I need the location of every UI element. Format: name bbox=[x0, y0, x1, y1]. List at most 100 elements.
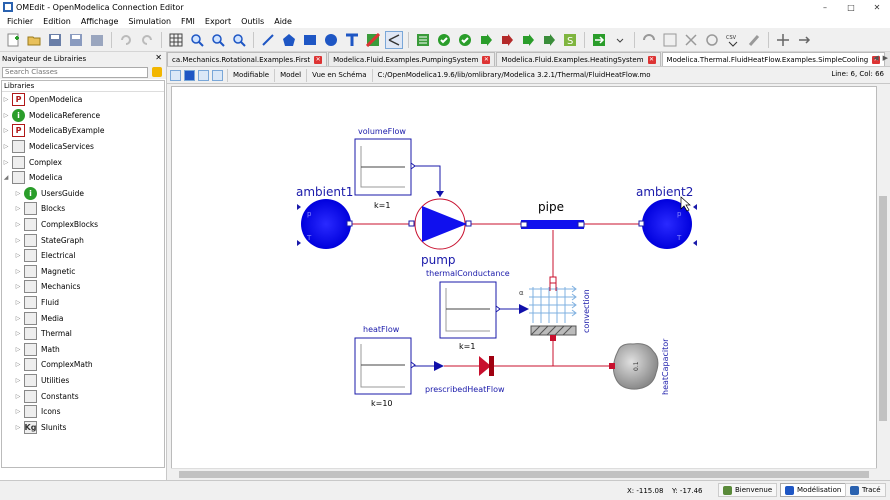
library-tree-item[interactable]: ◢ Modelica bbox=[2, 170, 164, 186]
simulation-params-icon[interactable] bbox=[540, 31, 558, 49]
undo-icon[interactable] bbox=[117, 31, 135, 49]
tab-heating-system[interactable]: Modelica.Fluid.Examples.HeatingSystem ✕ bbox=[496, 52, 661, 66]
ambient2-component[interactable] bbox=[638, 199, 697, 249]
library-tree-item[interactable]: ▷ ModelicaServices bbox=[2, 139, 164, 155]
library-tree-item[interactable]: ▷ i ModelicaReference bbox=[2, 108, 164, 124]
zoom-reset-icon[interactable] bbox=[188, 31, 206, 49]
welcome-perspective-button[interactable]: Bienvenue bbox=[718, 483, 778, 497]
library-tree-item[interactable]: ▷ ComplexBlocks bbox=[2, 217, 164, 233]
pan-icon[interactable] bbox=[795, 31, 813, 49]
instantiate-icon[interactable] bbox=[456, 31, 474, 49]
expand-arrow-icon[interactable]: ▷ bbox=[14, 361, 22, 368]
ellipse-tool-icon[interactable] bbox=[322, 31, 340, 49]
plot-parametric-icon[interactable] bbox=[640, 31, 658, 49]
heat-flow-block[interactable] bbox=[354, 337, 416, 395]
library-tree-item[interactable]: ▷ P OpenModelica bbox=[2, 92, 164, 108]
save-all-icon[interactable] bbox=[88, 31, 106, 49]
icon-view-icon[interactable] bbox=[170, 69, 181, 81]
plot-perspective-button[interactable]: Tracé bbox=[845, 483, 886, 497]
expand-arrow-icon[interactable]: ▷ bbox=[14, 330, 22, 337]
library-tree-item[interactable]: ▷ Electrical bbox=[2, 248, 164, 264]
expand-arrow-icon[interactable]: ▷ bbox=[14, 205, 22, 212]
pipe-component[interactable] bbox=[520, 220, 585, 229]
script-icon[interactable]: S bbox=[561, 31, 579, 49]
expanded-arrow-icon[interactable]: ◢ bbox=[2, 174, 10, 181]
close-tab-icon[interactable]: ✕ bbox=[314, 55, 323, 64]
warning-icon[interactable] bbox=[152, 67, 162, 77]
close-window-button[interactable]: ✕ bbox=[864, 0, 890, 14]
grid-icon[interactable] bbox=[167, 31, 185, 49]
menu-aide[interactable]: Aide bbox=[269, 17, 297, 26]
library-tree-item[interactable]: ▷ Complex bbox=[2, 154, 164, 170]
simulate-icon[interactable] bbox=[477, 31, 495, 49]
expand-arrow-icon[interactable]: ▷ bbox=[14, 393, 22, 400]
diagram-view-icon[interactable] bbox=[184, 69, 195, 81]
maximize-button[interactable]: □ bbox=[838, 0, 864, 14]
library-tree-item[interactable]: ▷ Constants bbox=[2, 388, 164, 404]
save-as-icon[interactable] bbox=[67, 31, 85, 49]
array-plot-icon[interactable] bbox=[661, 31, 679, 49]
expand-arrow-icon[interactable]: ▷ bbox=[2, 143, 10, 150]
clear-all-icon[interactable] bbox=[745, 31, 763, 49]
close-tab-icon[interactable]: ✕ bbox=[647, 55, 656, 64]
minimize-button[interactable]: – bbox=[812, 0, 838, 14]
new-file-icon[interactable] bbox=[4, 31, 22, 49]
vertical-scrollbar[interactable] bbox=[877, 86, 889, 479]
library-tree-item[interactable]: ▷ Blocks bbox=[2, 201, 164, 217]
close-tab-icon[interactable]: ✕ bbox=[482, 55, 491, 64]
expand-arrow-icon[interactable]: ▷ bbox=[14, 268, 22, 275]
menu-edition[interactable]: Edition bbox=[38, 17, 76, 26]
library-tree-item[interactable]: ▷ Mechanics bbox=[2, 279, 164, 295]
expand-arrow-icon[interactable]: ▷ bbox=[14, 346, 22, 353]
chevron-down-icon[interactable] bbox=[611, 31, 629, 49]
diagram-canvas[interactable]: volumeFlow k=1 ambient1 p T pump pipe am… bbox=[171, 86, 877, 479]
save-icon[interactable] bbox=[46, 31, 64, 49]
tab-scroll-left-icon[interactable]: ◀ bbox=[873, 54, 878, 62]
scroll-thumb[interactable] bbox=[879, 196, 887, 421]
check-model-icon[interactable] bbox=[414, 31, 432, 49]
library-tree-item[interactable]: ▷ Utilities bbox=[2, 373, 164, 389]
simulation-setup-icon[interactable] bbox=[519, 31, 537, 49]
ambient1-component[interactable] bbox=[297, 199, 353, 249]
zoom-in-icon[interactable] bbox=[209, 31, 227, 49]
library-tree-item[interactable]: ▷ Math bbox=[2, 342, 164, 358]
expand-arrow-icon[interactable]: ▷ bbox=[2, 159, 10, 166]
horizontal-scrollbar[interactable] bbox=[171, 468, 877, 479]
redo-icon[interactable] bbox=[138, 31, 156, 49]
volume-flow-block[interactable] bbox=[354, 138, 416, 196]
tab-pumping-system[interactable]: Modelica.Fluid.Examples.PumpingSystem ✕ bbox=[328, 52, 496, 66]
expand-arrow-icon[interactable]: ▷ bbox=[14, 190, 22, 197]
library-tree-item[interactable]: ▷ Thermal bbox=[2, 326, 164, 342]
library-tree-item[interactable]: ▷ ComplexMath bbox=[2, 357, 164, 373]
expand-arrow-icon[interactable]: ▷ bbox=[14, 408, 22, 415]
library-tree-item[interactable]: ▷ i UsersGuide bbox=[2, 186, 164, 202]
expand-arrow-icon[interactable]: ▷ bbox=[14, 283, 22, 290]
text-tool-icon[interactable] bbox=[343, 31, 361, 49]
tab-rotational-first[interactable]: ca.Mechanics.Rotational.Examples.First ✕ bbox=[167, 52, 328, 66]
polygon-tool-icon[interactable] bbox=[280, 31, 298, 49]
library-search-input[interactable] bbox=[2, 66, 148, 78]
expand-arrow-icon[interactable]: ▷ bbox=[14, 315, 22, 322]
convection-component[interactable] bbox=[529, 276, 577, 341]
library-tree-item[interactable]: ▷ Fluid bbox=[2, 295, 164, 311]
expand-arrow-icon[interactable]: ▷ bbox=[2, 96, 10, 103]
expand-arrow-icon[interactable]: ▷ bbox=[14, 424, 22, 431]
menu-simulation[interactable]: Simulation bbox=[123, 17, 176, 26]
expand-arrow-icon[interactable]: ▷ bbox=[14, 377, 22, 384]
scroll-thumb[interactable] bbox=[179, 471, 869, 478]
move-icon[interactable] bbox=[774, 31, 792, 49]
open-folder-icon[interactable] bbox=[25, 31, 43, 49]
pump-component[interactable] bbox=[408, 191, 472, 250]
line-tool-icon[interactable] bbox=[259, 31, 277, 49]
expand-arrow-icon[interactable]: ▷ bbox=[14, 299, 22, 306]
menu-affichage[interactable]: Affichage bbox=[76, 17, 124, 26]
expand-arrow-icon[interactable]: ▷ bbox=[2, 112, 10, 119]
menu-fmi[interactable]: FMI bbox=[176, 17, 200, 26]
expand-arrow-icon[interactable]: ▷ bbox=[14, 221, 22, 228]
rectangle-tool-icon[interactable] bbox=[301, 31, 319, 49]
documentation-view-icon[interactable] bbox=[212, 69, 223, 81]
zoom-out-icon[interactable] bbox=[230, 31, 248, 49]
library-tree-item[interactable]: ▷ Kg SIunits bbox=[2, 419, 164, 435]
library-tree-item[interactable]: ▷ Media bbox=[2, 310, 164, 326]
library-tree-item[interactable]: ▷ P ModelicaByExample bbox=[2, 123, 164, 139]
